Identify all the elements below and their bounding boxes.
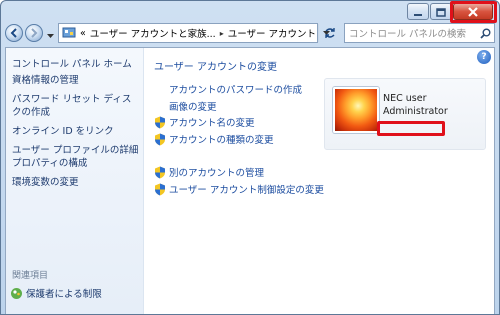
control-panel-home-link[interactable]: コントロール パネル ホーム [12,56,132,70]
create-password-label: アカウントのパスワードの作成 [169,85,303,96]
user-role-highlight [377,121,445,136]
user-avatar[interactable] [333,87,379,133]
search-input[interactable]: コントロール パネルの検索 [344,23,495,43]
parental-controls-link[interactable]: 保護者による制限 [10,286,102,300]
back-arrow-icon [9,28,19,38]
refresh-icon [324,24,336,43]
user-account-card: NEC user Administrator [324,78,486,150]
parental-controls-label: 保護者による制限 [26,289,102,300]
help-button[interactable]: ? [477,50,491,64]
parental-controls-icon [10,287,23,300]
uac-settings-link[interactable]: ユーザー アカウント制御設定の変更 [154,182,324,196]
sidebar-item-password-reset-disk[interactable]: パスワード リセット ディスクの作成 [12,93,139,119]
sidebar-task-list: 資格情報の管理 パスワード リセット ディスクの作成 オンライン ID をリンク… [12,74,139,195]
minimize-button[interactable] [407,3,429,20]
user-name: NEC user [383,93,427,104]
change-picture-link[interactable]: 画像の変更 [169,99,217,113]
close-button-highlight [450,1,497,23]
uac-settings-label: ユーザー アカウント制御設定の変更 [169,185,324,196]
user-role: Administrator [383,106,448,117]
sidebar-item-environment-variables[interactable]: 環境変数の変更 [12,176,139,189]
breadcrumb-overflow[interactable]: « [80,28,86,39]
sidebar-item-manage-credentials[interactable]: 資格情報の管理 [12,74,139,87]
refresh-button[interactable] [320,23,340,43]
change-account-type-label: アカウントの種類の変更 [169,135,274,146]
search-placeholder: コントロール パネルの検索 [349,29,467,40]
help-icon: ? [481,52,487,62]
forward-arrow-icon [29,28,39,38]
manage-another-account-link[interactable]: 別のアカウントの管理 [154,165,264,179]
change-picture-label: 画像の変更 [169,102,217,113]
change-account-name-label: アカウント名の変更 [169,118,255,129]
uac-shield-icon [154,166,166,179]
task-sidebar: コントロール パネル ホーム 資格情報の管理 パスワード リセット ディスクの作… [6,48,144,314]
back-button[interactable] [5,24,23,42]
create-password-link[interactable]: アカウントのパスワードの作成 [169,82,302,96]
address-bar[interactable]: « ユーザー アカウントと家族... ▸ ユーザー アカウント [58,23,330,43]
breadcrumb-user-accounts-family[interactable]: ユーザー アカウントと家族... [90,26,216,40]
recent-pages-dropdown[interactable] [45,24,55,42]
sidebar-item-advanced-profile-properties[interactable]: ユーザー プロファイルの詳細プロパティの構成 [12,144,139,170]
minimize-icon [413,2,423,21]
change-account-type-link[interactable]: アカウントの種類の変更 [154,132,274,146]
content-area: コントロール パネル ホーム 資格情報の管理 パスワード リセット ディスクの作… [5,47,495,314]
control-panel-icon [62,27,76,39]
page-title: ユーザー アカウントの変更 [154,62,277,73]
related-items-heading: 関連項目 [12,271,49,281]
uac-shield-icon [154,133,166,146]
chevron-down-icon [46,24,54,43]
search-icon[interactable] [476,28,494,39]
manage-another-account-label: 別のアカウントの管理 [169,168,265,179]
sidebar-item-link-online-id[interactable]: オンライン ID をリンク [12,125,139,138]
breadcrumb-user-accounts[interactable]: ユーザー アカウント [228,26,316,40]
change-account-name-link[interactable]: アカウント名の変更 [154,115,255,129]
navigation-toolbar: « ユーザー アカウントと家族... ▸ ユーザー アカウント コントロール パ… [5,21,495,45]
maximize-icon [436,2,446,21]
forward-button[interactable] [25,24,43,42]
main-panel: ? ユーザー アカウントの変更 アカウントのパスワードの作成 画像の変更 アカウ… [144,48,494,314]
breadcrumb-separator-icon[interactable]: ▸ [220,29,224,38]
uac-shield-icon [154,183,166,196]
control-panel-window: « ユーザー アカウントと家族... ▸ ユーザー アカウント コントロール パ… [0,0,500,315]
uac-shield-icon [154,116,166,129]
maximize-button[interactable] [430,3,452,20]
